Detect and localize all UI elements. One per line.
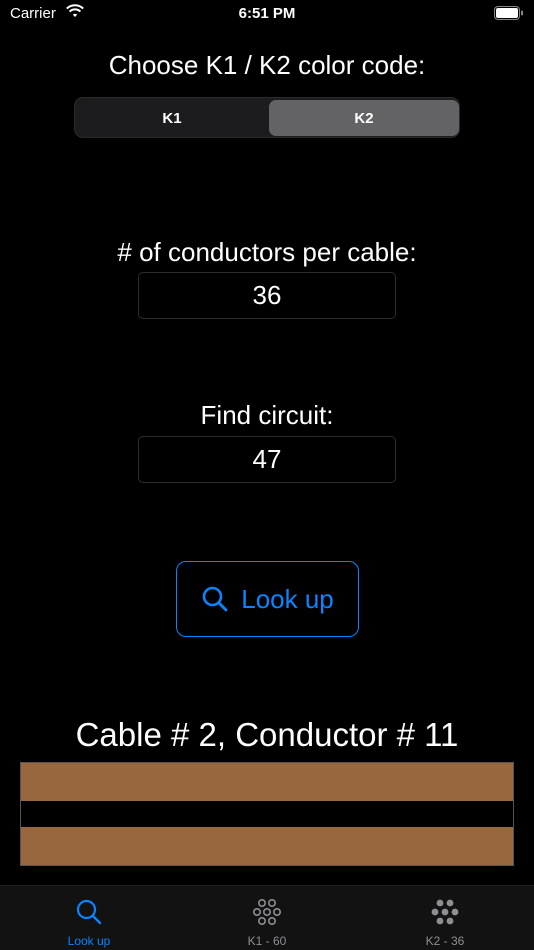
color-code-segmented-control[interactable]: K1 K2 xyxy=(74,97,460,138)
stripe-top xyxy=(21,763,513,801)
color-code-title: Choose K1 / K2 color code: xyxy=(108,50,426,80)
segment-k1[interactable]: K1 xyxy=(77,100,267,136)
tab-look-up-label: Look up xyxy=(67,934,111,948)
circuit-label: Find circuit: xyxy=(200,400,334,430)
segment-k2[interactable]: K2 xyxy=(269,100,459,136)
conductor-color-stripes xyxy=(20,762,514,866)
tab-k1-60-label: K1 - 60 xyxy=(247,934,287,948)
tab-look-up[interactable]: Look up xyxy=(0,886,178,950)
cable-bundle-outline-icon xyxy=(253,898,281,925)
cable-bundle-filled-icon xyxy=(431,899,459,925)
search-icon xyxy=(202,586,228,612)
lookup-button[interactable]: Look up xyxy=(176,561,359,637)
battery-icon xyxy=(494,6,523,20)
lookup-button-label: Look up xyxy=(241,583,334,614)
tab-k2-36-label: K2 - 36 xyxy=(425,934,465,948)
tab-k1-60[interactable]: K1 - 60 xyxy=(178,886,356,950)
conductors-label: # of conductors per cable: xyxy=(117,237,417,267)
circuit-input[interactable] xyxy=(138,436,396,483)
tab-k2-36[interactable]: K2 - 36 xyxy=(356,886,534,950)
status-bar: Carrier 6:51 PM xyxy=(0,0,534,30)
result-title: Cable # 2, Conductor # 11 xyxy=(75,716,459,753)
tab-bar: Look up K1 - 60 K2 - 36 xyxy=(0,885,534,950)
status-time: 6:51 PM xyxy=(238,5,296,22)
conductors-input[interactable] xyxy=(138,272,396,319)
stripe-bottom xyxy=(21,827,513,865)
stripe-middle xyxy=(21,801,513,827)
search-icon xyxy=(76,899,102,925)
